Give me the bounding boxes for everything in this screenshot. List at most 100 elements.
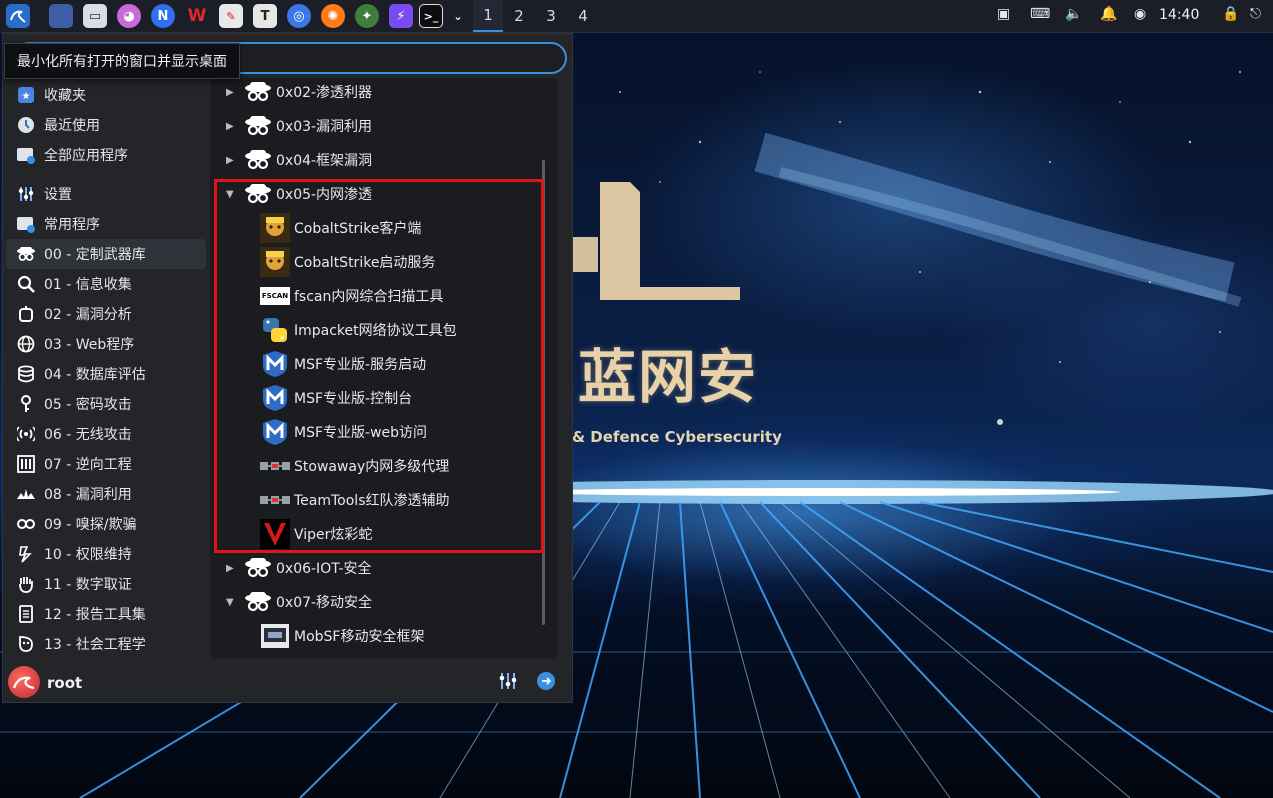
volume-icon[interactable]: 🔈 <box>1065 6 1082 22</box>
sidebar-item-label: 08 - 漏洞利用 <box>44 487 132 503</box>
globe-icon <box>16 334 36 354</box>
collapse-arrow-icon[interactable]: ▼ <box>226 597 244 608</box>
menu-settings-icon[interactable] <box>498 671 518 695</box>
kali-menu-icon[interactable] <box>6 4 30 28</box>
sidebar-item-label: 01 - 信息收集 <box>44 277 132 293</box>
sidebar-item-label: 09 - 嗅探/欺骗 <box>44 517 137 533</box>
sidebar-item-info-gathering[interactable]: 01 - 信息收集 <box>6 269 206 299</box>
folder-0x03[interactable]: ▶ 0x03-漏洞利用 <box>226 109 372 143</box>
cobaltstrike-icon <box>260 213 290 243</box>
sidebar-item-weapons[interactable]: 00 - 定制武器库 <box>6 239 206 269</box>
app-msf-web[interactable]: MSF专业版-web访问 <box>260 415 427 449</box>
folder-0x07[interactable]: ▼ 0x07-移动安全 <box>226 585 372 619</box>
sidebar-item-label: 00 - 定制武器库 <box>44 247 146 263</box>
wallpaper-subtitle: & Defence Cybersecurity <box>572 428 782 446</box>
folder-label: 0x03-漏洞利用 <box>276 119 373 135</box>
kali-dragon-icon <box>12 676 35 690</box>
folder-label: 0x04-框架漏洞 <box>276 153 373 169</box>
sidebar-item-label: 10 - 权限维持 <box>44 547 132 563</box>
sidebar-item-label: 收藏夹 <box>44 88 86 104</box>
power-icon[interactable]: ◉ <box>1134 6 1146 22</box>
chromium-icon[interactable]: ◎ <box>287 4 311 28</box>
bell-icon[interactable]: 🔔 <box>1100 6 1117 22</box>
workspace-2[interactable]: 2 <box>504 0 534 32</box>
bolt-icon[interactable]: ⚡ <box>389 4 413 28</box>
sidebar-item-common[interactable]: 常用程序 <box>6 209 206 239</box>
app-msf-console[interactable]: MSF专业版-控制台 <box>260 381 412 415</box>
collapse-arrow-icon[interactable]: ▼ <box>226 189 244 200</box>
sidebar-item-wireless[interactable]: 06 - 无线攻击 <box>6 419 206 449</box>
app-cobaltstrike-server[interactable]: CobaltStrike启动服务 <box>260 245 435 279</box>
logout-icon[interactable]: ⎋ <box>1250 6 1261 22</box>
folder-0x02[interactable]: ▶ 0x02-渗透利器 <box>226 75 372 109</box>
clock-icon <box>16 115 36 135</box>
expand-arrow-icon[interactable]: ▶ <box>226 563 244 574</box>
folder-0x05[interactable]: ▼ 0x05-内网渗透 <box>226 177 372 211</box>
user-avatar[interactable] <box>8 666 40 698</box>
game-icon[interactable]: ✦ <box>355 4 379 28</box>
spy-icon <box>244 148 272 172</box>
app-label: Viper炫彩蛇 <box>294 527 373 543</box>
expand-arrow-icon[interactable]: ▶ <box>226 87 244 98</box>
workspace-3[interactable]: 3 <box>536 0 566 32</box>
app-impacket[interactable]: Impacket网络协议工具包 <box>260 313 457 347</box>
app-fscan[interactable]: FSCAN fscan内网综合扫描工具 <box>260 279 443 313</box>
workspace-1[interactable]: 1 <box>473 0 503 32</box>
keyboard-icon[interactable]: ⌨ <box>1030 6 1050 22</box>
star-icon: ★ <box>16 85 36 105</box>
sidebar-item-exploitation[interactable]: 08 - 漏洞利用 <box>6 479 206 509</box>
sidebar-item-vuln-analysis[interactable]: 02 - 漏洞分析 <box>6 299 206 329</box>
firefox-icon[interactable]: ✺ <box>321 4 345 28</box>
app-viper[interactable]: Viper炫彩蛇 <box>260 517 372 551</box>
sidebar-item-persistence[interactable]: 10 - 权限维持 <box>6 539 206 569</box>
expand-arrow-icon[interactable]: ▶ <box>226 121 244 132</box>
user-name: root <box>47 674 83 692</box>
menu-logout-icon[interactable] <box>536 671 556 695</box>
sidebar-item-reporting[interactable]: 12 - 报告工具集 <box>6 599 206 629</box>
clock[interactable]: 14:40 <box>1159 7 1199 23</box>
category-sidebar: ★ 收藏夹 最近使用 全部应用程序 设置 常用程序 00 - 定制武器库 01 … <box>6 80 206 659</box>
sidebar-item-forensics[interactable]: 11 - 数字取证 <box>6 569 206 599</box>
svg-text:★: ★ <box>22 91 31 102</box>
folder-0x06[interactable]: ▶ 0x06-IOT-安全 <box>226 551 372 585</box>
terminal-icon[interactable]: >_ <box>419 4 443 28</box>
sidebar-item-label: 05 - 密码攻击 <box>44 397 132 413</box>
n-app-icon[interactable]: N <box>151 4 175 28</box>
sidebar-item-label: 04 - 数据库评估 <box>44 367 146 383</box>
sidebar-item-web[interactable]: 03 - Web程序 <box>6 329 206 359</box>
app-label: MSF专业版-web访问 <box>294 425 428 441</box>
python-icon <box>260 315 290 345</box>
app-mobsf[interactable]: MobSF移动安全框架 <box>260 619 424 653</box>
expand-arrow-icon[interactable]: ▶ <box>226 155 244 166</box>
screen-icon[interactable]: ▣ <box>997 6 1010 22</box>
app-stowaway[interactable]: Stowaway内网多级代理 <box>260 449 449 483</box>
sidebar-item-sniffing[interactable]: 09 - 嗅探/欺骗 <box>6 509 206 539</box>
lock-icon[interactable]: 🔒 <box>1222 6 1239 22</box>
sidebar-item-favorites[interactable]: ★ 收藏夹 <box>6 80 206 110</box>
sidebar-item-social-engineering[interactable]: 13 - 社会工程学 <box>6 629 206 659</box>
app-teamtools[interactable]: TeamTools红队渗透辅助 <box>260 483 450 517</box>
exploit-icon <box>16 484 36 504</box>
teamtools-icon <box>260 485 290 515</box>
wps-icon[interactable]: W <box>185 4 209 28</box>
dropdown-icon[interactable]: ⌄ <box>446 4 470 28</box>
desktop-icon[interactable] <box>49 4 73 28</box>
pdf-icon[interactable]: ✎ <box>219 4 243 28</box>
sidebar-item-database[interactable]: 04 - 数据库评估 <box>6 359 206 389</box>
sidebar-item-all-apps[interactable]: 全部应用程序 <box>6 140 206 170</box>
tree-scrollbar[interactable] <box>542 160 545 625</box>
app-msf-service[interactable]: MSF专业版-服务启动 <box>260 347 426 381</box>
folder-0x04[interactable]: ▶ 0x04-框架漏洞 <box>226 143 372 177</box>
sidebar-item-recent[interactable]: 最近使用 <box>6 110 206 140</box>
sidebar-item-settings[interactable]: 设置 <box>6 179 206 209</box>
sidebar-item-label: 12 - 报告工具集 <box>44 607 146 623</box>
workspace-4[interactable]: 4 <box>568 0 598 32</box>
cat-icon[interactable]: ◕ <box>117 4 141 28</box>
app-cobaltstrike-client[interactable]: CobaltStrike客户端 <box>260 211 421 245</box>
typora-icon[interactable]: T <box>253 4 277 28</box>
sidebar-item-password[interactable]: 05 - 密码攻击 <box>6 389 206 419</box>
sidebar-item-reverse[interactable]: 07 - 逆向工程 <box>6 449 206 479</box>
app-label: CobaltStrike启动服务 <box>294 255 436 271</box>
files-icon[interactable]: ▭ <box>83 4 107 28</box>
app-label: MobSF移动安全框架 <box>294 629 425 645</box>
